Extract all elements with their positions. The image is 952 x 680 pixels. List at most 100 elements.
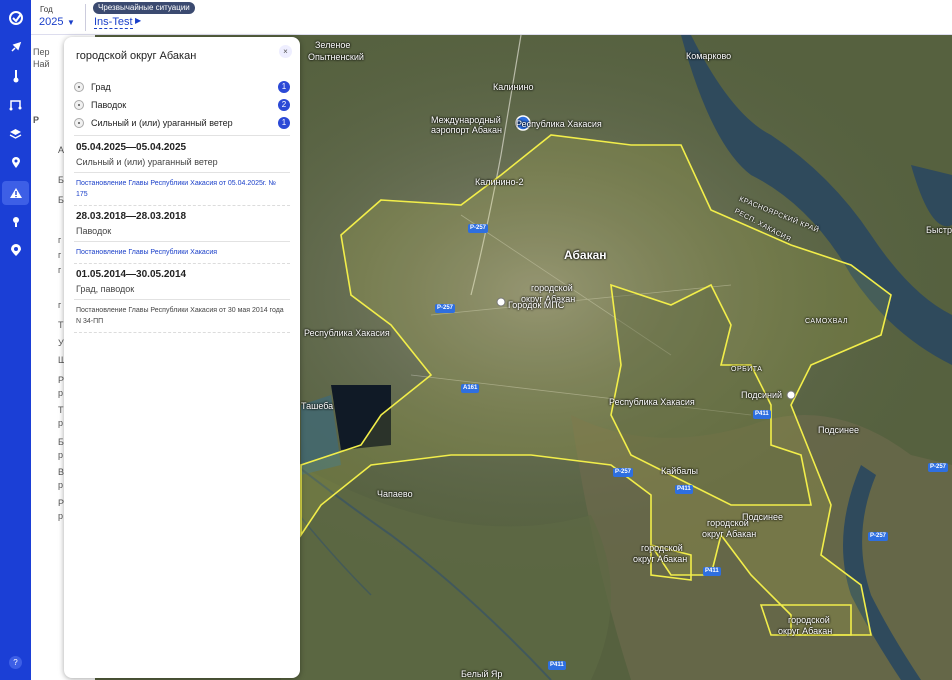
thermometer-icon[interactable] — [6, 66, 25, 85]
list-row: г — [58, 265, 62, 275]
record-period: 01.05.2014—30.05.2014 — [76, 269, 187, 280]
map-label: Быстр — [926, 225, 952, 235]
road-shield: Р-257 — [613, 468, 634, 477]
map-label: ОРБИТА — [731, 366, 763, 373]
region-popup: городской округ Абакан × Град 1 Паводок … — [64, 37, 300, 678]
record-type: Град, паводок — [76, 284, 135, 294]
map-label: Калинино — [493, 82, 534, 92]
list-row: р — [58, 480, 64, 490]
event-name: Град — [91, 82, 111, 92]
event-count-badge: 1 — [278, 81, 290, 93]
divider — [74, 241, 290, 242]
list-row: Най — [33, 59, 50, 69]
list-row: р — [58, 418, 64, 428]
event-name: Паводок — [91, 100, 127, 110]
divider — [74, 172, 290, 173]
rocket-icon[interactable] — [6, 37, 25, 56]
event-name: Сильный и (или) ураганный ветер — [91, 118, 233, 128]
road-shield: Р-257 — [928, 463, 949, 472]
list-row: р — [58, 388, 64, 398]
map-label: Зеленое — [315, 40, 351, 50]
record-document: Постановление Главы Республики Хакасия о… — [76, 307, 284, 325]
location-pin-icon[interactable] — [6, 153, 25, 172]
event-count-badge: 1 — [278, 117, 290, 129]
divider — [74, 135, 290, 136]
radio-icon[interactable] — [74, 100, 84, 110]
map-label: Ташеба — [301, 401, 334, 411]
map-label: Городок МПС — [508, 300, 565, 310]
category-chip[interactable]: Чрезвычайные ситуации — [93, 2, 195, 14]
map-label: аэропорт Абакан — [431, 125, 502, 135]
map-label: Международный — [431, 115, 501, 125]
record-type: Сильный и (или) ураганный ветер — [76, 157, 218, 167]
road-shield: Р-257 — [435, 304, 456, 313]
road-shield: Р411 — [753, 410, 771, 419]
divider — [74, 332, 290, 333]
divider — [74, 299, 290, 300]
list-row: г — [58, 300, 62, 310]
help-icon[interactable]: ? — [9, 656, 22, 669]
map-label: Кайбалы — [661, 466, 698, 476]
road-shield: Р-257 — [468, 224, 489, 233]
map-label: Подсиний — [741, 390, 783, 400]
map-label: Опытненский — [308, 52, 364, 62]
map-label: САМОХВАЛ — [805, 318, 849, 325]
road-shield: Р411 — [548, 661, 566, 670]
list-row: г — [58, 235, 62, 245]
top-bar: Год 2025 ▼ Чрезвычайные ситуации Ins-Tes… — [31, 0, 952, 35]
radio-icon[interactable] — [74, 118, 84, 128]
list-row: Т — [58, 405, 64, 415]
map-label: городской — [641, 543, 683, 553]
left-sidebar: ? — [0, 0, 31, 680]
map-label: Белый Яр — [461, 669, 503, 679]
list-row: Т — [58, 320, 64, 330]
list-row: Пер — [33, 47, 50, 57]
logo-icon[interactable] — [6, 8, 25, 27]
divider — [74, 205, 290, 206]
point-icon[interactable] — [6, 212, 25, 231]
record-type: Паводок — [76, 226, 112, 236]
year-label: Год — [40, 5, 53, 14]
list-row: г — [58, 250, 62, 260]
list-row: Р — [33, 115, 40, 125]
map-label: Калинино-2 — [475, 177, 524, 187]
road-shield: Р411 — [675, 485, 693, 494]
layers-icon[interactable] — [6, 124, 25, 143]
route-icon[interactable] — [6, 95, 25, 114]
map-label: Абакан — [564, 248, 607, 262]
shield-pin-icon[interactable] — [6, 241, 25, 260]
map-label: Республика Хакасия — [304, 328, 390, 338]
event-count-badge: 2 — [278, 99, 290, 111]
map-label: округ Абакан — [778, 626, 833, 636]
map-label: городской — [707, 518, 749, 528]
close-icon[interactable]: × — [279, 45, 292, 58]
chevron-right-icon[interactable]: ▶ — [135, 16, 141, 25]
record-period: 28.03.2018—28.03.2018 — [76, 211, 187, 222]
event-row-flood[interactable]: Паводок 2 — [74, 98, 294, 112]
map-label: Чапаево — [377, 489, 413, 499]
warning-icon[interactable] — [2, 181, 29, 205]
divider — [74, 263, 290, 264]
year-select[interactable]: 2025 — [39, 16, 63, 28]
project-link[interactable]: Ins-Test — [94, 16, 133, 29]
divider — [85, 4, 86, 31]
list-row: У — [58, 338, 64, 348]
record-period: 05.04.2025—05.04.2025 — [76, 142, 187, 153]
event-row-wind[interactable]: Сильный и (или) ураганный ветер 1 — [74, 116, 294, 130]
record-document-link[interactable]: Постановление Главы Республики Хакасия — [76, 247, 286, 258]
map-label: округ Абакан — [633, 554, 688, 564]
map-label: Подсинее — [818, 425, 860, 435]
radio-icon[interactable] — [74, 82, 84, 92]
chevron-down-icon[interactable]: ▼ — [67, 18, 75, 27]
map-label: Республика Хакасия — [609, 397, 695, 407]
map-label: Комарково — [686, 51, 732, 61]
road-shield: Р411 — [703, 567, 721, 576]
event-row-hail[interactable]: Град 1 — [74, 80, 294, 94]
map-label: городской — [531, 283, 573, 293]
popup-title: городской округ Абакан — [76, 50, 197, 62]
list-row: р — [58, 511, 64, 521]
map-label: округ Абакан — [702, 529, 757, 539]
map-label: городской — [788, 615, 830, 625]
road-shield: Р-257 — [868, 532, 889, 541]
record-document-link[interactable]: Постановление Главы Республики Хакасия о… — [76, 178, 286, 200]
